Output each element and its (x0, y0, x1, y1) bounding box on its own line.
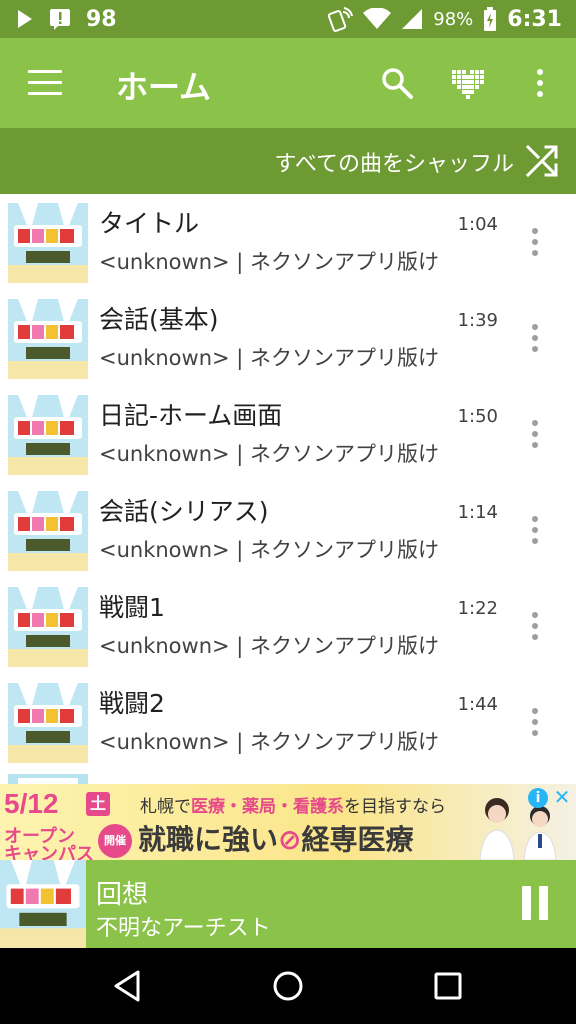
ad-headline-2: 就職に強い⊘経専医療 (138, 818, 414, 858)
ad-text: を目指すなら (344, 797, 446, 817)
track-subtitle: <unknown> | ネクソンアプリ版け (99, 730, 440, 754)
track-duration: 1:39 (457, 310, 498, 331)
ad-headline-1: 札幌で医療・薬局・看護系を目指すなら (140, 792, 446, 817)
app-bar: ホーム (0, 38, 576, 128)
ad-close-icon[interactable]: ✕ (552, 786, 572, 808)
track-subtitle: <unknown> | ネクソンアプリ版け (99, 346, 440, 370)
home-icon[interactable] (270, 968, 306, 1004)
ad-date: 5/12 (4, 788, 59, 819)
pause-button[interactable] (520, 886, 550, 922)
album-art-thumbnail (8, 299, 88, 379)
notification-count: 98 (86, 6, 117, 32)
ad-person-image (479, 798, 515, 860)
more-vert-icon[interactable] (528, 66, 552, 100)
alert-icon (50, 9, 70, 30)
ad-campus-line2: キャンパス (4, 844, 94, 860)
track-row[interactable]: 戦闘1 <unknown> | ネクソンアプリ版け 1:22 (0, 578, 576, 674)
ad-text: 経専医療 (301, 823, 414, 856)
search-icon[interactable] (380, 66, 414, 100)
album-art-thumbnail (8, 683, 88, 763)
track-more-icon[interactable] (530, 228, 540, 258)
album-art-thumbnail (8, 203, 88, 283)
track-subtitle: <unknown> | ネクソンアプリ版け (99, 538, 440, 562)
track-more-icon[interactable] (530, 708, 540, 738)
track-duration: 1:50 (457, 406, 498, 427)
status-right: 98% 6:31 (327, 0, 562, 38)
track-row[interactable]: 日記-ホーム画面 <unknown> | ネクソンアプリ版け 1:50 (0, 386, 576, 482)
track-row[interactable]: タイトル <unknown> | ネクソンアプリ版け 1:04 (0, 194, 576, 290)
track-more-icon[interactable] (530, 420, 540, 450)
track-subtitle: <unknown> | ネクソンアプリ版け (99, 250, 440, 274)
album-art-thumbnail (8, 491, 88, 571)
ad-text: 札幌で (140, 797, 191, 817)
album-art-thumbnail (8, 395, 88, 475)
now-playing-artist: 不明なアーチスト (96, 916, 271, 941)
track-title: 会話(基本) (99, 305, 219, 334)
status-bar: 98 98% 6:31 (0, 0, 576, 38)
track-title: 日記-ホーム画面 (99, 401, 283, 430)
play-icon (18, 10, 32, 28)
shuffle-label: すべての曲をシャッフル (274, 152, 514, 177)
track-title: タイトル (99, 209, 200, 238)
ad-text-highlight: 医療・薬局・看護系 (191, 797, 344, 817)
track-more-icon[interactable] (530, 324, 540, 354)
battery-icon (484, 7, 497, 31)
track-duration: 1:22 (457, 598, 498, 619)
track-more-icon[interactable] (530, 516, 540, 546)
status-left: 98 (16, 0, 117, 38)
track-row[interactable]: 会話(基本) <unknown> | ネクソンアプリ版け 1:39 (0, 290, 576, 386)
signal-icon (402, 9, 423, 29)
menu-icon[interactable] (28, 70, 62, 96)
recents-icon[interactable] (430, 968, 466, 1004)
track-duration: 1:04 (457, 214, 498, 235)
ad-info-icon[interactable]: i (528, 788, 548, 808)
track-subtitle: <unknown> | ネクソンアプリ版け (99, 634, 440, 658)
ad-text: 就職に強い (138, 823, 279, 856)
track-title: 会話(シリアス) (99, 497, 269, 526)
ad-day: 土 (86, 792, 110, 816)
page-title: ホーム (116, 68, 212, 106)
track-duration: 1:44 (457, 694, 498, 715)
now-playing-title: 回想 (96, 880, 149, 910)
system-nav-bar (0, 948, 576, 1024)
ad-person-image (523, 806, 557, 860)
track-row[interactable]: 会話(シリアス) <unknown> | ネクソンアプリ版け 1:14 (0, 482, 576, 578)
track-title: 戦闘1 (99, 593, 165, 622)
clock: 6:31 (507, 6, 562, 32)
ad-badge: 開催 (98, 824, 132, 858)
track-title: 戦闘2 (99, 689, 165, 718)
track-subtitle: <unknown> | ネクソンアプリ版け (99, 442, 440, 466)
ad-banner[interactable]: 5/12 土 オープン キャンパス 開催 札幌で医療・薬局・看護系を目指すなら … (0, 784, 576, 860)
ad-logo-icon: ⊘ (278, 823, 302, 856)
back-icon[interactable] (110, 968, 146, 1004)
shuffle-icon (525, 144, 558, 178)
track-more-icon[interactable] (530, 612, 540, 642)
shuffle-all-button[interactable]: すべての曲をシャッフル (0, 128, 576, 194)
battery-percent: 98% (433, 8, 474, 30)
nfc-icon (328, 7, 354, 32)
track-duration: 1:14 (457, 502, 498, 523)
heart-icon[interactable] (450, 66, 486, 100)
track-row[interactable]: 戦闘2 <unknown> | ネクソンアプリ版け 1:44 (0, 674, 576, 770)
album-art-thumbnail (8, 774, 88, 784)
now-playing-bar[interactable]: 回想 不明なアーチスト (0, 860, 576, 948)
album-art-thumbnail (8, 587, 88, 667)
track-list[interactable]: タイトル <unknown> | ネクソンアプリ版け 1:04 会話(基本) <unkn… (0, 194, 576, 784)
wifi-icon (363, 8, 392, 29)
album-art-thumbnail (0, 860, 86, 948)
